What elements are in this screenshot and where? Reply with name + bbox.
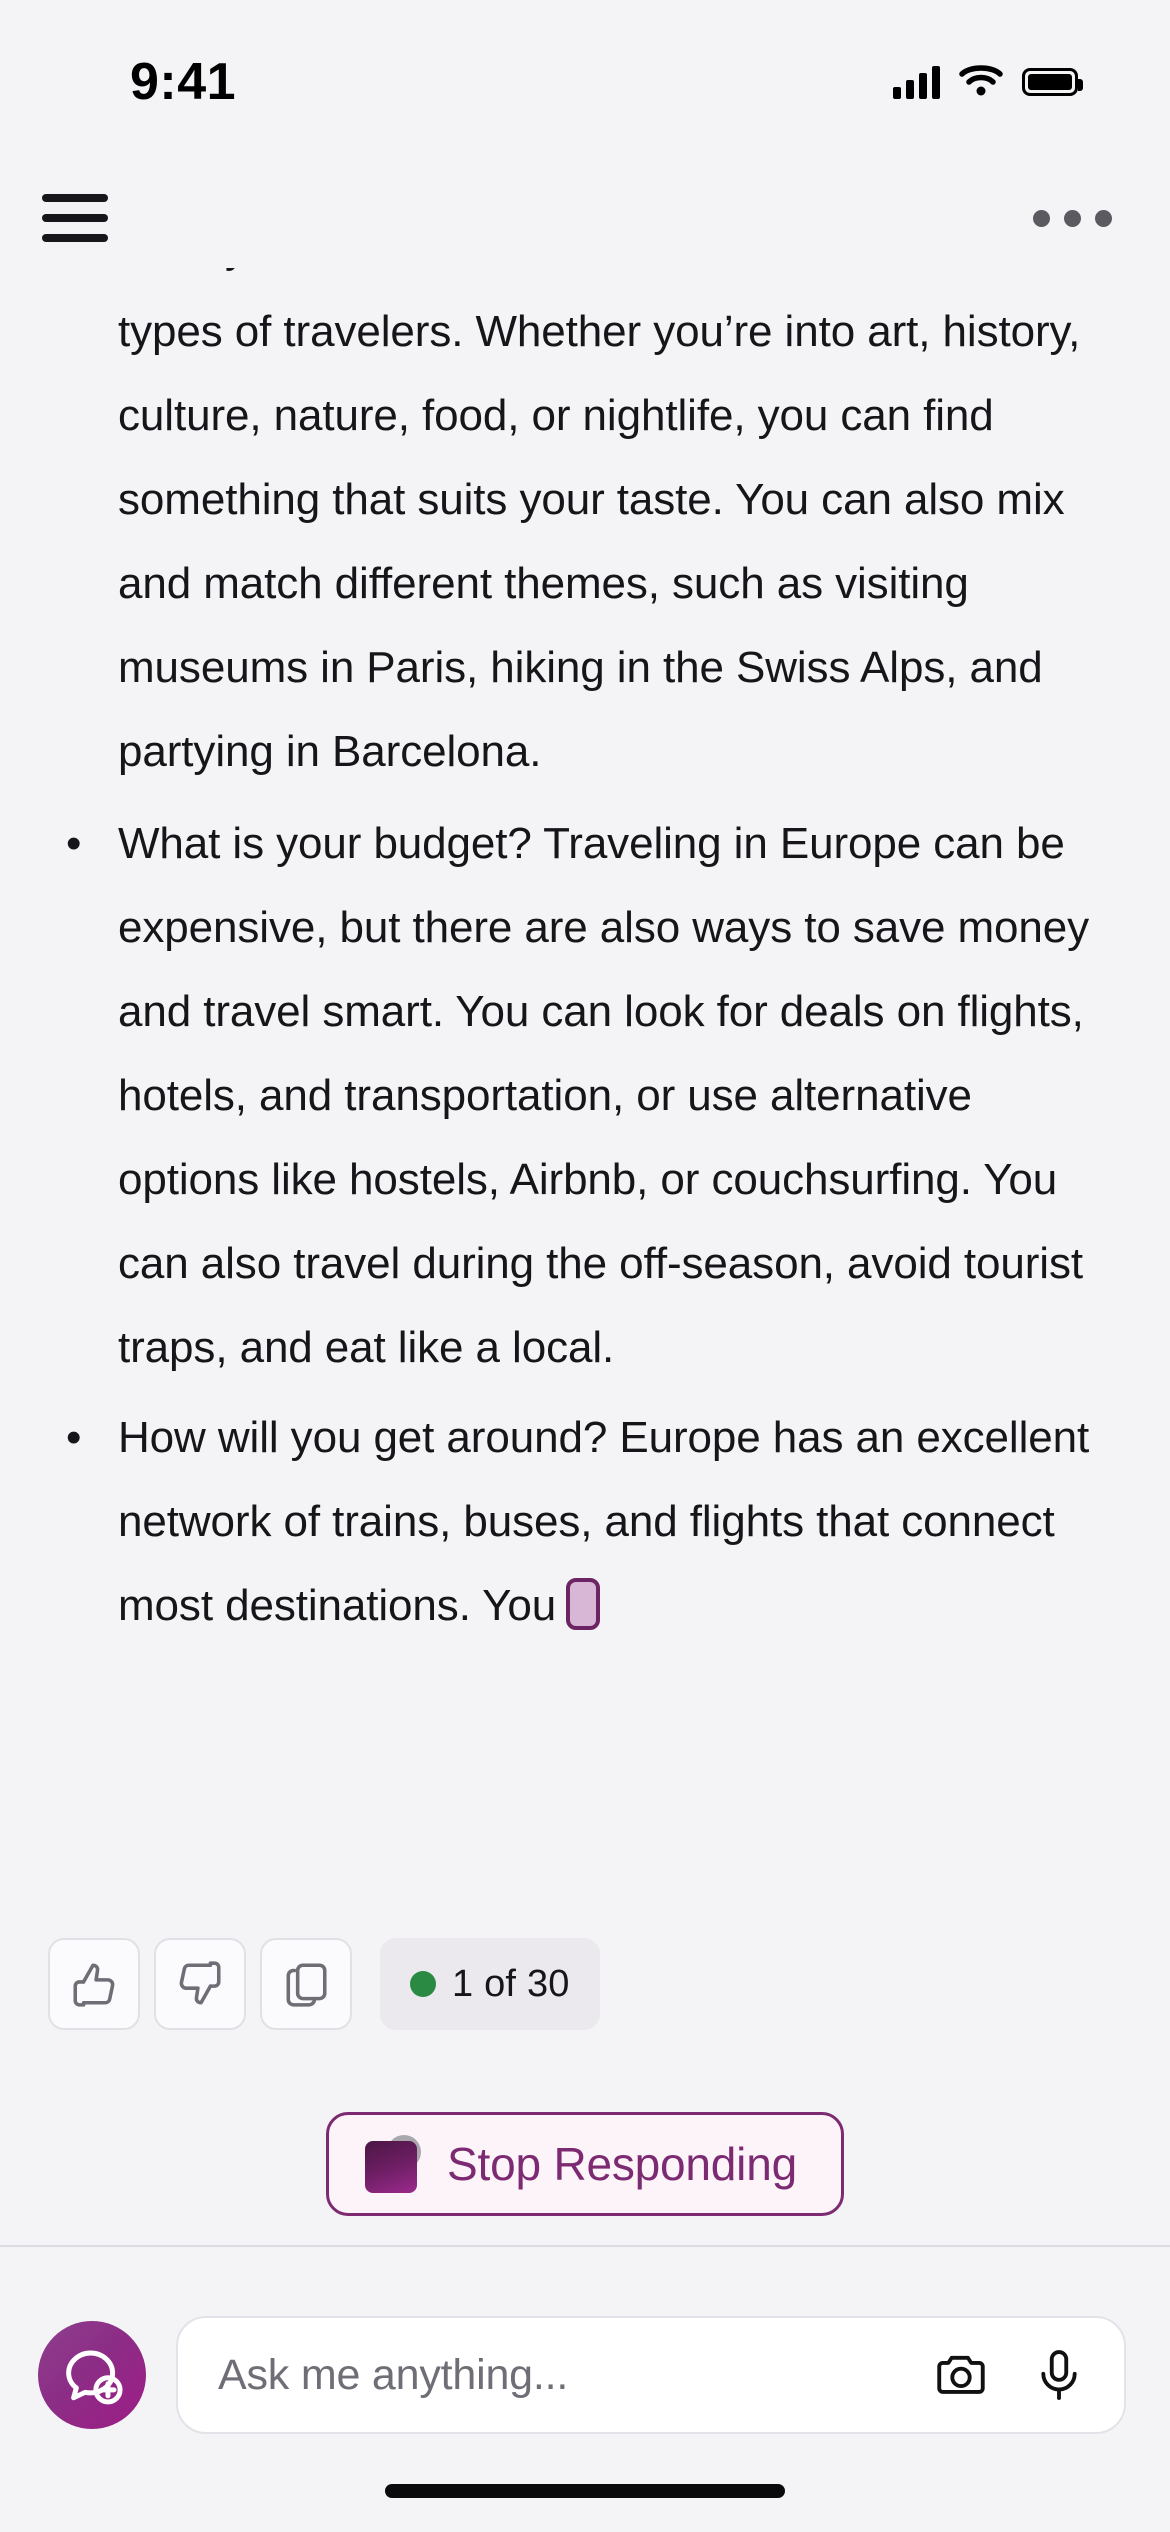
message-actions: 1 of 30 bbox=[48, 1938, 600, 2030]
list-item: How will you get around? Europe has an e… bbox=[66, 1396, 1112, 1648]
microphone-icon[interactable] bbox=[1028, 2344, 1090, 2406]
stop-square-icon bbox=[365, 2135, 422, 2193]
home-indicator bbox=[385, 2484, 785, 2498]
stop-responding-label: Stop Responding bbox=[447, 2138, 797, 2190]
counter-label: 1 of 30 bbox=[452, 1962, 570, 2005]
assistant-message: variety of attractions and activities fo… bbox=[0, 268, 1170, 1648]
phone-screen: 9:41 variety of attractions and activiti… bbox=[0, 0, 1170, 2532]
wifi-icon bbox=[958, 63, 1004, 102]
new-chat-bubble-plus-icon[interactable] bbox=[38, 2321, 146, 2429]
status-bar: 9:41 bbox=[0, 0, 1170, 150]
typing-caret bbox=[566, 1578, 601, 1630]
message-bullet-list: What is your budget? Traveling in Europe… bbox=[66, 802, 1112, 1648]
status-indicators bbox=[893, 63, 1083, 102]
camera-icon[interactable] bbox=[930, 2344, 992, 2406]
status-dot-icon bbox=[410, 1971, 436, 1997]
status-time: 9:41 bbox=[130, 53, 237, 111]
bullet-text: How will you get around? Europe has an e… bbox=[118, 1413, 1090, 1630]
more-options-icon[interactable] bbox=[1023, 196, 1122, 241]
message-paragraph: variety of attractions and activities fo… bbox=[118, 268, 1081, 776]
composer-divider bbox=[0, 2245, 1170, 2247]
composer-bar: Ask me anything... bbox=[0, 2300, 1170, 2450]
bullet-text: What is your budget? Traveling in Europe… bbox=[118, 819, 1090, 1372]
stop-responding-container: Stop Responding bbox=[0, 2112, 1170, 2216]
nav-bar bbox=[0, 168, 1170, 268]
response-counter: 1 of 30 bbox=[380, 1938, 600, 2030]
list-item: What is your budget? Traveling in Europe… bbox=[66, 802, 1112, 1390]
message-input-container[interactable]: Ask me anything... bbox=[176, 2316, 1126, 2434]
signal-bars-icon bbox=[893, 65, 940, 99]
thumbs-up-icon[interactable] bbox=[48, 1938, 140, 2030]
hamburger-menu-icon[interactable] bbox=[40, 190, 110, 246]
battery-full-icon bbox=[1022, 68, 1083, 96]
message-scroll-area[interactable]: variety of attractions and activities fo… bbox=[0, 268, 1170, 1908]
stop-responding-button[interactable]: Stop Responding bbox=[326, 2112, 844, 2216]
copy-icon[interactable] bbox=[260, 1938, 352, 2030]
thumbs-down-icon[interactable] bbox=[154, 1938, 246, 2030]
search-input[interactable]: Ask me anything... bbox=[218, 2351, 894, 2400]
